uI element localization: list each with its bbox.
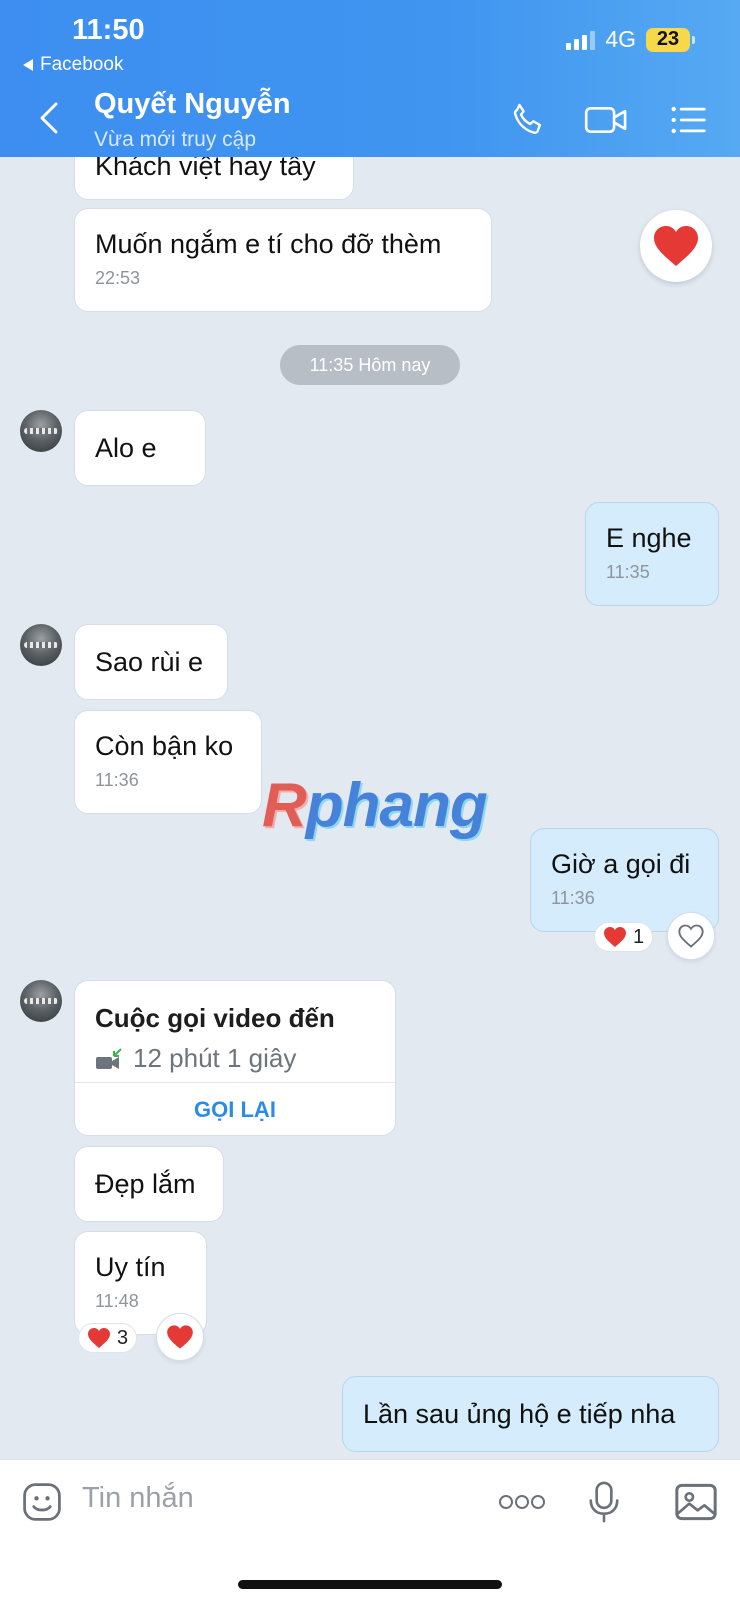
message-text: Giờ a gọi đi [551,849,691,879]
network-type: 4G [605,26,636,52]
message-time: 11:48 [95,1291,139,1311]
battery-icon: 23 [646,27,695,52]
message-text: Sao rùi e [95,647,204,677]
heart-outline-icon[interactable] [667,912,715,960]
message-time: 11:35 [606,562,650,582]
incoming-video-call-icon [96,1047,122,1069]
back-icon[interactable] [36,100,64,136]
message-input[interactable]: Tin nhắn [82,1482,194,1515]
home-indicator [238,1580,502,1589]
call-back-button[interactable]: GỌI LẠI [75,1083,395,1135]
back-to-app-link[interactable]: Facebook [22,54,123,76]
message-text: Lần sau ủng hộ e tiếp nha [363,1399,676,1429]
message-time: 11:36 [95,770,139,790]
message-text: Alo e [95,433,157,463]
heart-icon [604,927,626,947]
heart-reaction-icon[interactable] [640,210,712,282]
heart-icon [88,1328,110,1348]
call-duration-row: 12 phút 1 giây [95,1043,296,1074]
watermark-logo: Rphang [262,771,488,840]
reaction-count[interactable]: 3 [78,1323,138,1353]
message-bubble[interactable]: Đẹp lắm [74,1146,224,1222]
avatar[interactable] [20,410,62,452]
message-bubble[interactable]: Còn bận ko 11:36 [74,710,262,814]
message-bubble[interactable]: Sao rùi e [74,624,228,700]
heart-reaction-icon[interactable] [156,1313,204,1361]
my-message-bubble[interactable]: Lần sau ủng hộ e tiếp nha [342,1376,719,1452]
phone-icon[interactable] [506,98,550,142]
message-text: Uy tín [95,1252,166,1282]
video-call-icon[interactable] [584,98,628,142]
avatar[interactable] [20,980,62,1022]
call-duration: 12 phút 1 giây [133,1043,297,1073]
reaction-number: 3 [117,1326,129,1349]
message-bubble[interactable]: Alo e [74,410,206,486]
video-call-card[interactable]: Cuộc gọi video đến 12 phút 1 giây GỌI LẠ… [74,980,396,1136]
contact-name[interactable]: Quyết Nguyễn [94,88,291,121]
my-message-bubble[interactable]: E nghe 11:35 [585,502,719,606]
image-icon[interactable] [672,1478,720,1526]
message-text: Còn bận ko [95,731,234,761]
reaction-number: 1 [633,925,645,948]
microphone-icon[interactable] [580,1478,628,1526]
sticker-icon[interactable] [18,1478,66,1526]
message-time: 22:53 [95,268,141,288]
chat-area[interactable]: Khách việt hay tây Muốn ngắm e tí cho đỡ… [0,0,740,1600]
battery-level: 23 [656,28,680,50]
back-triangle-icon [23,59,33,71]
avatar[interactable] [20,624,62,666]
message-text: Muốn ngắm e tí cho đỡ thèm [95,229,442,259]
message-text: E nghe [606,523,692,553]
back-app-label: Facebook [40,54,124,75]
signal-icon [566,30,596,50]
message-time: 11:36 [551,888,595,908]
menu-list-icon[interactable] [666,98,710,142]
reaction-count[interactable]: 1 [594,922,654,952]
date-divider: 11:35 Hôm nay [280,345,460,385]
call-title: Cuộc gọi video đến [95,1003,335,1033]
contact-status: Vừa mới truy cập [94,128,257,151]
message-bubble[interactable]: Muốn ngắm e tí cho đỡ thèm 22:53 [74,208,492,312]
message-text: Đẹp lắm [95,1169,196,1199]
message-input-bar: Tin nhắn [0,1459,740,1600]
chat-header: 11:50 Facebook 4G 23 Quyết Nguyễn Vừa mớ… [0,0,740,157]
status-time: 11:50 [72,14,145,46]
more-icon[interactable] [498,1478,546,1526]
status-indicators: 4G 23 [566,26,695,53]
